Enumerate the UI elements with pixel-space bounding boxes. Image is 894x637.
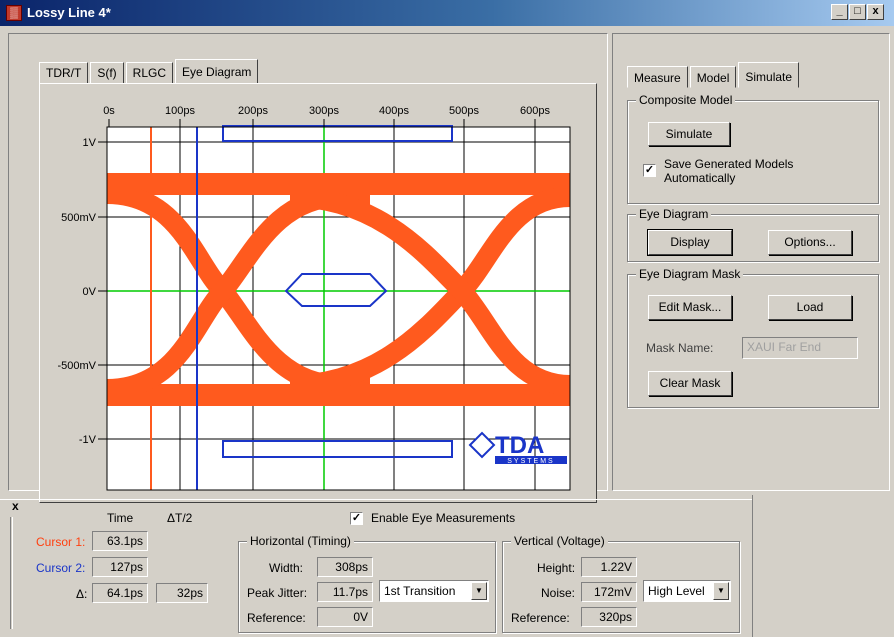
noise-label: Noise:	[541, 586, 576, 600]
waveform-panel: TDR/T S(f) RLGC Eye Diagram 0s 100ps 200…	[8, 33, 608, 503]
load-mask-button[interactable]: Load	[768, 295, 852, 320]
mask-name-field[interactable]: XAUI Far End	[742, 337, 858, 359]
panel-close-icon[interactable]: x	[12, 499, 19, 513]
composite-model-title: Composite Model	[636, 93, 736, 107]
display-button[interactable]: Display	[647, 229, 733, 256]
v-reference-label: Reference:	[511, 611, 570, 625]
maximize-button[interactable]: □	[849, 4, 866, 20]
close-button[interactable]: x	[867, 4, 884, 20]
y-tick-label: -1V	[79, 434, 97, 446]
delta-half-header: ΔT/2	[167, 511, 193, 525]
options-button[interactable]: Options...	[768, 230, 852, 255]
chevron-down-icon[interactable]: ▼	[713, 582, 729, 600]
x-tick-label: 400ps	[379, 105, 409, 117]
width-field[interactable]: 308ps	[317, 557, 373, 577]
tab-simulate[interactable]: Simulate	[738, 62, 800, 88]
eye-mask-title: Eye Diagram Mask	[636, 267, 744, 281]
horizontal-timing-group: Horizontal (Timing) Width: 308ps Peak Ji…	[238, 534, 496, 633]
peak-jitter-label: Peak Jitter:	[247, 586, 308, 600]
x-tick-label: 0s	[103, 105, 115, 117]
jitter-transition-select[interactable]: 1st Transition ▼	[379, 580, 489, 602]
time-header: Time	[107, 511, 134, 525]
eye-diagram-chart[interactable]: 0s 100ps 200ps 300ps 400ps 500ps 600ps 1…	[40, 84, 596, 502]
save-models-checkbox[interactable]: ✓	[643, 164, 656, 177]
app-icon[interactable]: ▒	[6, 5, 22, 21]
x-tick-label: 300ps	[309, 105, 339, 117]
h-reference-label: Reference:	[247, 611, 306, 625]
chevron-down-icon[interactable]: ▼	[471, 582, 487, 600]
edit-mask-button[interactable]: Edit Mask...	[648, 295, 732, 320]
clear-mask-button[interactable]: Clear Mask	[648, 371, 732, 396]
enable-eye-measurements-checkbox[interactable]: ✓	[350, 512, 363, 525]
vertical-voltage-title: Vertical (Voltage)	[511, 534, 608, 548]
logo-subtext: SYSTEMS	[507, 458, 554, 465]
noise-level-value: High Level	[648, 584, 705, 598]
control-panel: Measure Model Simulate Composite Model S…	[612, 33, 890, 491]
tab-eye-diagram[interactable]: Eye Diagram	[175, 59, 259, 84]
eye-mask-group: Eye Diagram Mask Edit Mask... Load Mask …	[627, 267, 879, 408]
y-tick-label: 0V	[83, 286, 97, 298]
width-label: Width:	[269, 561, 304, 575]
minimize-button[interactable]: _	[831, 4, 848, 20]
window-title: Lossy Line 4*	[27, 5, 111, 20]
window-controls: _ □ x	[831, 4, 884, 20]
tab-model[interactable]: Model	[689, 66, 737, 88]
logo-text: TDA	[495, 432, 544, 459]
panel-divider	[752, 495, 753, 637]
cursor2-time-field[interactable]: 127ps	[92, 557, 148, 577]
panel-grip[interactable]	[10, 517, 13, 629]
noise-level-select[interactable]: High Level ▼	[643, 580, 731, 602]
tab-tdr[interactable]: TDR/T	[39, 62, 89, 84]
h-reference-field[interactable]: 0V	[317, 607, 373, 627]
y-ticks	[98, 141, 107, 440]
delta-label: Δ:	[76, 587, 88, 601]
jitter-transition-value: 1st Transition	[384, 584, 456, 598]
simulate-button[interactable]: Simulate	[648, 122, 730, 146]
view-tabs: TDR/T S(f) RLGC Eye Diagram	[39, 59, 260, 84]
tab-sparams[interactable]: S(f)	[90, 62, 124, 84]
cursor1-label: Cursor 1:	[36, 535, 86, 549]
y-tick-labels: 1V 500mV 0V -500mV -1V	[57, 137, 96, 446]
eye-diagram-title: Eye Diagram	[636, 207, 712, 221]
x-tick-labels: 0s 100ps 200ps 300ps 400ps 500ps 600ps	[103, 105, 550, 117]
tab-measure[interactable]: Measure	[627, 66, 688, 88]
x-tick-label: 100ps	[165, 105, 195, 117]
horizontal-timing-title: Horizontal (Timing)	[247, 534, 354, 548]
cursor1-time-field[interactable]: 63.1ps	[92, 531, 148, 551]
noise-field[interactable]: 172mV	[581, 582, 637, 602]
cursor2-label: Cursor 2:	[36, 561, 86, 575]
x-tick-label: 500ps	[449, 105, 479, 117]
composite-model-group: Composite Model Simulate ✓ Save Generate…	[627, 93, 879, 204]
delta-half-field[interactable]: 32ps	[156, 583, 208, 603]
delta-time-field[interactable]: 64.1ps	[92, 583, 148, 603]
y-tick-label: 1V	[83, 137, 97, 149]
x-tick-label: 600ps	[520, 105, 550, 117]
measurement-panel: x Time ΔT/2 Cursor 1: 63.1ps Cursor 2: 1…	[0, 495, 894, 637]
height-field[interactable]: 1.22V	[581, 557, 637, 577]
y-tick-label: -500mV	[57, 360, 96, 372]
control-tabs: Measure Model Simulate	[627, 62, 801, 88]
x-tick-label: 200ps	[238, 105, 268, 117]
enable-eye-measurements-label: Enable Eye Measurements	[371, 511, 516, 525]
tab-rlgc[interactable]: RLGC	[125, 62, 174, 84]
eye-plot-area: 0s 100ps 200ps 300ps 400ps 500ps 600ps 1…	[39, 83, 597, 503]
save-models-label: Save Generated Models	[664, 157, 794, 171]
peak-jitter-field[interactable]: 11.7ps	[317, 582, 373, 602]
vertical-voltage-group: Vertical (Voltage) Height: 1.22V Noise: …	[502, 534, 740, 633]
y-tick-label: 500mV	[61, 212, 97, 224]
height-label: Height:	[537, 561, 576, 575]
v-reference-field[interactable]: 320ps	[581, 607, 637, 627]
title-bar: ▒ Lossy Line 4* _ □ x	[0, 0, 894, 26]
eye-diagram-group: Eye Diagram Display Options...	[627, 207, 879, 262]
save-models-label-line2: Automatically	[664, 171, 736, 185]
mask-name-label: Mask Name:	[646, 341, 714, 355]
